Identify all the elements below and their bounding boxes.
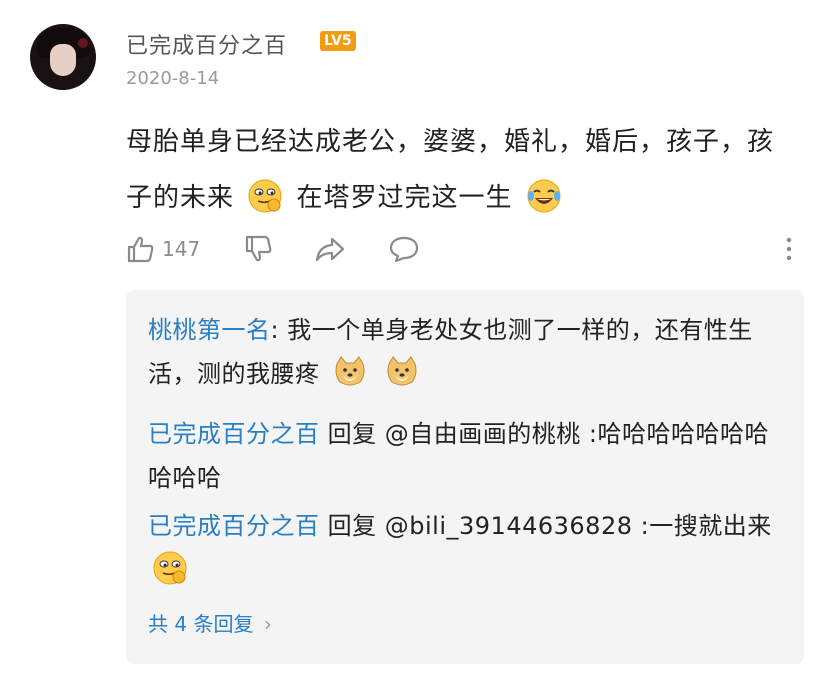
- dislike-button[interactable]: [244, 232, 274, 266]
- like-button[interactable]: 147: [126, 232, 200, 266]
- avatar[interactable]: [30, 24, 96, 90]
- comment-action-bar: 147: [126, 232, 806, 266]
- laugh-cry-emoji-icon: [527, 179, 561, 213]
- share-icon: [315, 237, 345, 262]
- reply-text: :一搜就出来: [640, 512, 772, 540]
- replies-panel: 桃桃第一名: 我一个单身老处女也测了一样的，还有性生活，测的我腰疼 已完成百分之…: [126, 290, 804, 664]
- reply-word: 回复: [327, 420, 377, 448]
- reply-item: 桃桃第一名: 我一个单身老处女也测了一样的，还有性生活，测的我腰疼: [148, 308, 788, 396]
- reply-word: 回复: [327, 512, 377, 540]
- avatar-decoration: [78, 38, 88, 48]
- more-options-button[interactable]: [784, 232, 794, 266]
- like-count: 147: [162, 237, 201, 261]
- smirk-emoji-icon: [153, 551, 187, 585]
- doge-emoji-icon: [387, 356, 417, 386]
- reply-author[interactable]: 桃桃第一名: [148, 316, 271, 344]
- reply-author[interactable]: 已完成百分之百: [148, 420, 320, 448]
- doge-emoji-icon: [335, 356, 365, 386]
- reply-item: 已完成百分之百 回复 @自由画画的桃桃 :哈哈哈哈哈哈哈哈哈哈: [148, 412, 788, 500]
- view-all-replies-link[interactable]: 共 4 条回复 ›: [148, 608, 272, 637]
- comment-date: 2020-8-14: [126, 68, 220, 89]
- reply-mention[interactable]: @bili_39144636828: [385, 512, 633, 540]
- comment-username[interactable]: 已完成百分之百: [126, 28, 287, 60]
- share-button[interactable]: [314, 232, 346, 266]
- reply-separator: :: [270, 316, 280, 344]
- level-badge: LV5: [320, 31, 356, 51]
- reply-author[interactable]: 已完成百分之百: [148, 512, 320, 540]
- thumbs-down-icon: [245, 235, 272, 262]
- reply-item: 已完成百分之百 回复 @bili_39144636828 :一搜就出来: [148, 504, 788, 592]
- smirk-emoji-icon: [248, 179, 282, 213]
- comment-icon: [389, 236, 419, 263]
- reply-button[interactable]: [388, 232, 420, 266]
- chevron-right-icon: ›: [263, 612, 272, 636]
- more-vertical-icon: [786, 237, 792, 261]
- avatar-face: [50, 44, 76, 76]
- thumbs-up-icon: [127, 236, 154, 263]
- more-replies-label: 共 4 条回复: [148, 612, 254, 636]
- comment-content: 母胎单身已经达成老公，婆婆，婚礼，婚后，孩子，孩子的未来 在塔罗过完这一生: [126, 114, 786, 226]
- reply-mention[interactable]: @自由画画的桃桃: [385, 420, 581, 448]
- comment-text-part2: 在塔罗过完这一生: [296, 183, 513, 213]
